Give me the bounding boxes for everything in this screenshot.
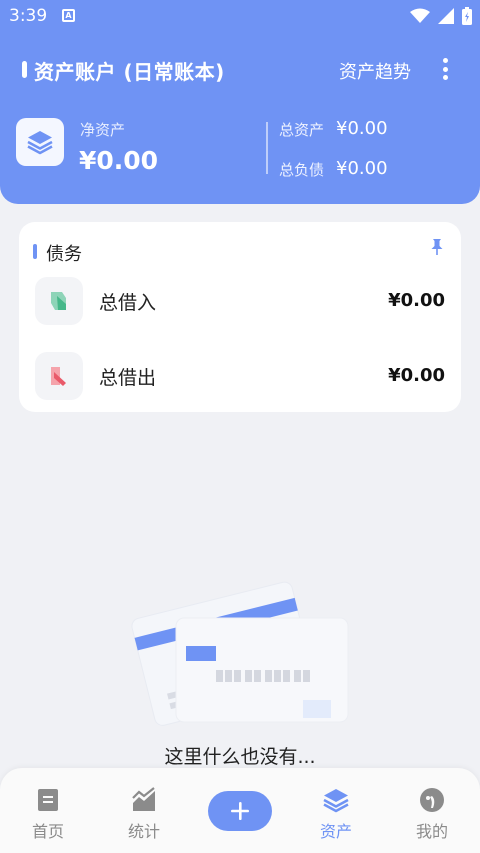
status-bar: 3:39 A (0, 0, 480, 34)
profile-icon (420, 788, 444, 812)
layers-icon (323, 789, 349, 813)
empty-state-text: 这里什么也没有... (164, 746, 316, 768)
card-accent-bar (33, 244, 37, 259)
wifi-icon (410, 8, 430, 23)
title-row: 资产账户 (日常账本) 资产趋势 (0, 50, 480, 90)
debt-row-borrow-in[interactable]: 总借入 ¥0.00 (35, 277, 445, 327)
debt-card-title: 债务 (46, 244, 82, 265)
asset-layers-icon (16, 118, 64, 166)
nav-mine[interactable]: 我的 (402, 786, 462, 842)
nav-mine-label: 我的 (415, 822, 448, 841)
status-icons (410, 7, 472, 25)
nav-assets[interactable]: 资产 (306, 786, 366, 842)
asset-account-screen: 3:39 A 资产账户 (日常账本) 资产趋势 净资产 ¥0.00 总资产 ¥0… (0, 0, 480, 853)
debt-card: 债务 总借入 ¥0.00 总借出 ¥0.00 (19, 222, 461, 412)
nav-home[interactable]: 首页 (18, 786, 78, 842)
debt-row-lend-out[interactable]: 总借出 ¥0.00 (35, 352, 445, 402)
bottom-nav: 首页 统计 资产 我的 (0, 768, 480, 853)
borrow-in-value: ¥0.00 (388, 290, 445, 311)
nav-stats[interactable]: 统计 (114, 786, 174, 842)
nav-assets-label: 资产 (319, 822, 352, 841)
add-record-button[interactable] (208, 791, 272, 831)
home-doc-icon (38, 789, 58, 811)
notification-a-icon: A (62, 9, 75, 22)
total-liabilities-value: ¥0.00 (336, 158, 388, 179)
lend-out-value: ¥0.00 (388, 365, 445, 386)
stats-chart-icon (132, 787, 155, 811)
plus-icon (231, 802, 249, 820)
nav-home-label: 首页 (31, 822, 64, 841)
header-divider (266, 122, 268, 174)
lend-out-label: 总借出 (99, 367, 157, 389)
battery-icon (462, 7, 472, 25)
asset-trend-button[interactable]: 资产趋势 (339, 58, 411, 84)
borrow-in-label: 总借入 (99, 292, 157, 314)
status-time: 3:39 (9, 6, 48, 26)
total-assets-label: 总资产 (279, 121, 325, 139)
page-title[interactable]: 资产账户 (日常账本) (34, 56, 225, 85)
pin-icon[interactable] (430, 238, 444, 256)
nav-stats-label: 统计 (127, 822, 160, 841)
lend-out-icon (35, 352, 83, 400)
title-accent-bar (22, 61, 27, 78)
empty-cards-illustration (131, 581, 349, 726)
total-liabilities-label: 总负债 (279, 161, 325, 179)
net-assets-value: ¥0.00 (79, 146, 159, 175)
total-assets-value: ¥0.00 (336, 118, 388, 139)
more-menu-icon[interactable] (436, 56, 454, 82)
borrow-in-icon (35, 277, 83, 325)
header: 3:39 A 资产账户 (日常账本) 资产趋势 净资产 ¥0.00 总资产 ¥0… (0, 0, 480, 204)
net-assets-label: 净资产 (80, 121, 126, 139)
signal-icon (438, 8, 454, 24)
